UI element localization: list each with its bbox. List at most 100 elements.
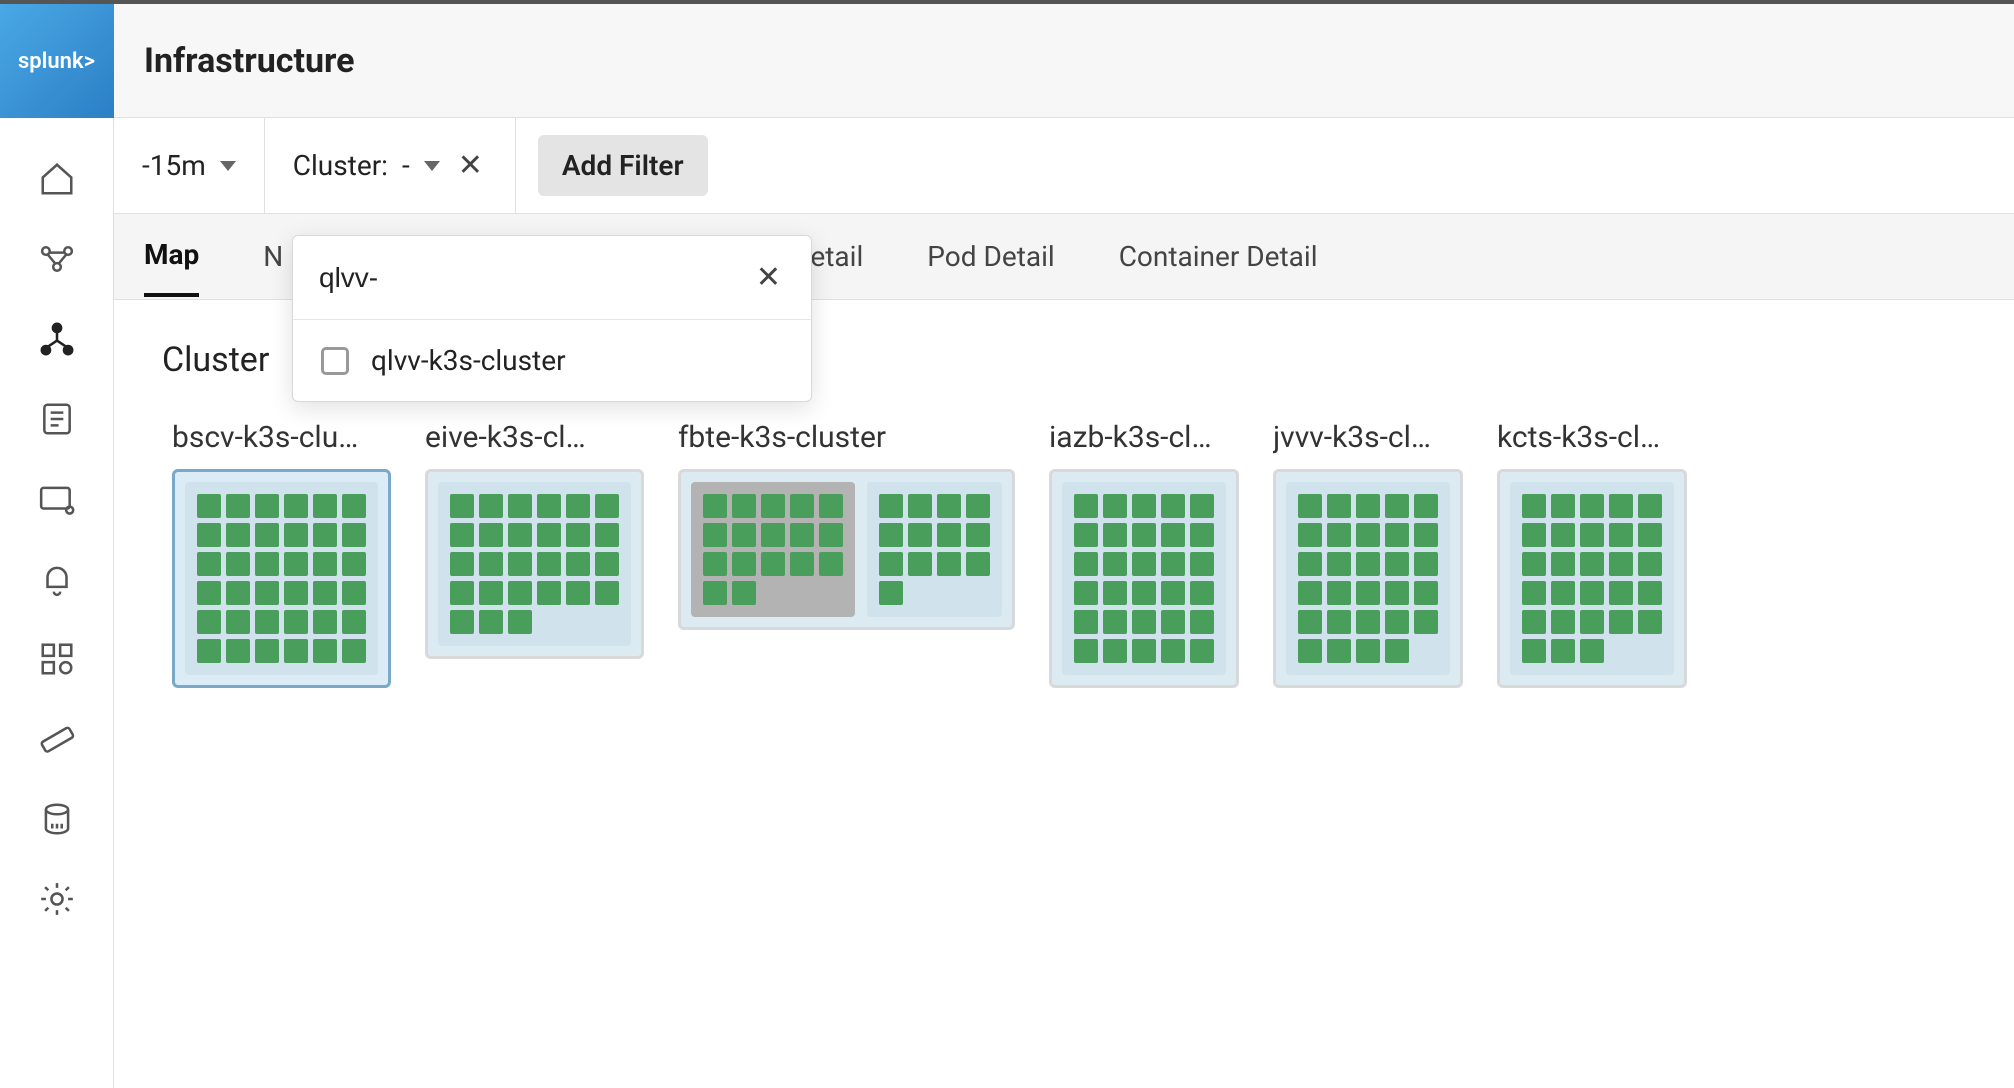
database-icon[interactable]	[36, 798, 78, 840]
pod[interactable]	[1132, 552, 1156, 576]
pod[interactable]	[197, 552, 221, 576]
pod[interactable]	[1385, 523, 1409, 547]
pod[interactable]	[1385, 552, 1409, 576]
pod[interactable]	[479, 552, 503, 576]
pod[interactable]	[1638, 494, 1662, 518]
pod[interactable]	[1190, 639, 1214, 663]
pod[interactable]	[761, 523, 785, 547]
pod[interactable]	[313, 610, 337, 634]
pod[interactable]	[284, 639, 308, 663]
pod[interactable]	[1103, 494, 1127, 518]
pod[interactable]	[313, 552, 337, 576]
pod[interactable]	[937, 494, 961, 518]
pod[interactable]	[508, 581, 532, 605]
pod[interactable]	[342, 639, 366, 663]
pod[interactable]	[1551, 494, 1575, 518]
pod[interactable]	[1356, 523, 1380, 547]
pod[interactable]	[732, 494, 756, 518]
pod[interactable]	[1161, 523, 1185, 547]
tab-map[interactable]: Map	[144, 216, 199, 297]
pod[interactable]	[226, 610, 250, 634]
pod[interactable]	[703, 552, 727, 576]
ruler-icon[interactable]	[36, 718, 78, 760]
pod[interactable]	[1609, 610, 1633, 634]
brand-logo[interactable]: splunk>	[0, 4, 114, 118]
cluster-box[interactable]	[678, 469, 1015, 630]
pod[interactable]	[255, 552, 279, 576]
pod[interactable]	[1161, 639, 1185, 663]
pod[interactable]	[1074, 581, 1098, 605]
pod[interactable]	[313, 494, 337, 518]
pod[interactable]	[819, 552, 843, 576]
tab-nodes[interactable]: N	[263, 218, 283, 295]
pod[interactable]	[1414, 610, 1438, 634]
pod[interactable]	[595, 494, 619, 518]
pod[interactable]	[1522, 552, 1546, 576]
pod[interactable]	[255, 639, 279, 663]
cluster-card[interactable]: jvvv-k3s-cl…	[1273, 420, 1463, 688]
home-icon[interactable]	[36, 158, 78, 200]
pod[interactable]	[1190, 552, 1214, 576]
bell-icon[interactable]	[36, 558, 78, 600]
node-box[interactable]	[1510, 482, 1674, 675]
pod[interactable]	[1132, 494, 1156, 518]
pod[interactable]	[595, 552, 619, 576]
pod[interactable]	[479, 523, 503, 547]
pod[interactable]	[1356, 581, 1380, 605]
pod[interactable]	[1385, 494, 1409, 518]
pod[interactable]	[819, 523, 843, 547]
add-filter-button[interactable]: Add Filter	[538, 135, 708, 196]
filter-search-input[interactable]	[319, 262, 740, 294]
pod[interactable]	[342, 610, 366, 634]
pod[interactable]	[1103, 581, 1127, 605]
pod[interactable]	[479, 581, 503, 605]
gear-icon[interactable]	[36, 878, 78, 920]
pod[interactable]	[508, 523, 532, 547]
pod[interactable]	[226, 523, 250, 547]
pod[interactable]	[1074, 523, 1098, 547]
pod[interactable]	[1356, 610, 1380, 634]
pod[interactable]	[1580, 639, 1604, 663]
pod[interactable]	[197, 581, 221, 605]
pod[interactable]	[732, 552, 756, 576]
pod[interactable]	[313, 639, 337, 663]
pod[interactable]	[1074, 552, 1098, 576]
pod[interactable]	[255, 494, 279, 518]
pod[interactable]	[1327, 494, 1351, 518]
pod[interactable]	[1327, 610, 1351, 634]
pod[interactable]	[313, 581, 337, 605]
clear-filter-icon[interactable]: ✕	[454, 148, 487, 183]
pod[interactable]	[1074, 639, 1098, 663]
pod[interactable]	[937, 523, 961, 547]
pod[interactable]	[226, 552, 250, 576]
pod[interactable]	[595, 581, 619, 605]
pod[interactable]	[284, 610, 308, 634]
pod[interactable]	[450, 581, 474, 605]
pod[interactable]	[566, 552, 590, 576]
pod[interactable]	[908, 494, 932, 518]
pod[interactable]	[1522, 523, 1546, 547]
pod[interactable]	[1638, 523, 1662, 547]
pod[interactable]	[1161, 581, 1185, 605]
pod[interactable]	[1414, 552, 1438, 576]
pod[interactable]	[450, 610, 474, 634]
pod[interactable]	[284, 494, 308, 518]
pod[interactable]	[537, 494, 561, 518]
pod[interactable]	[1551, 581, 1575, 605]
node-box[interactable]	[867, 482, 1002, 617]
pod[interactable]	[1132, 610, 1156, 634]
pod[interactable]	[284, 581, 308, 605]
pod[interactable]	[508, 610, 532, 634]
pod[interactable]	[1580, 494, 1604, 518]
pod[interactable]	[966, 494, 990, 518]
pod[interactable]	[1298, 639, 1322, 663]
pod[interactable]	[479, 494, 503, 518]
pod[interactable]	[790, 552, 814, 576]
pod[interactable]	[1522, 494, 1546, 518]
pod[interactable]	[1161, 552, 1185, 576]
pod[interactable]	[197, 610, 221, 634]
pod[interactable]	[1580, 610, 1604, 634]
pod[interactable]	[1385, 639, 1409, 663]
cluster-card[interactable]: bscv-k3s-clu…	[172, 420, 391, 688]
pod[interactable]	[1161, 494, 1185, 518]
